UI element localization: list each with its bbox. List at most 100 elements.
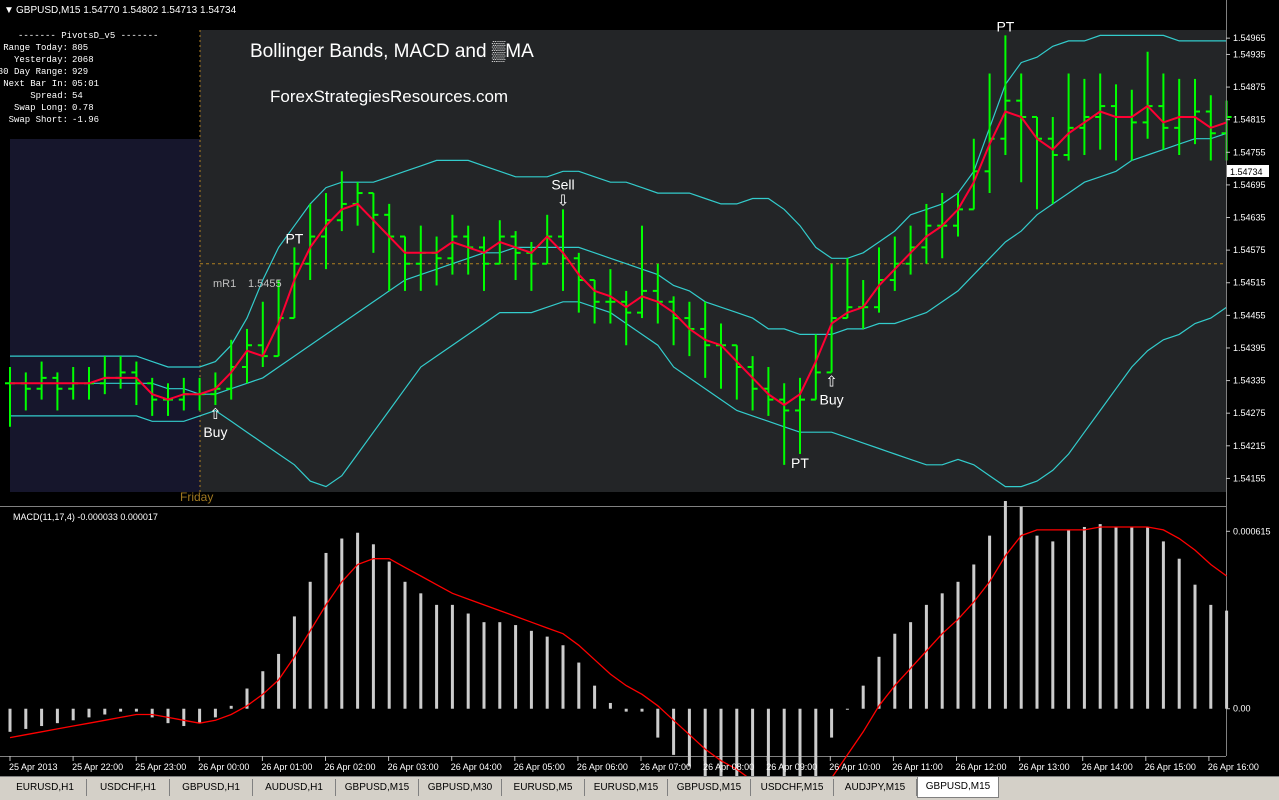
price-tick-label: 1.54815 <box>1233 115 1266 125</box>
pivot-row: Spread: 54 <box>10 91 130 103</box>
time-tick-label: 26 Apr 01:00 <box>261 762 312 772</box>
macd-histogram-bar <box>198 708 202 724</box>
symbol-tab[interactable]: GBPUSD,M15 <box>336 779 419 796</box>
macd-histogram-bar <box>450 604 454 709</box>
friday-session-bg <box>10 139 200 492</box>
friday-label: Friday <box>180 490 213 504</box>
time-tick-label: 26 Apr 12:00 <box>956 762 1007 772</box>
macd-histogram-bar <box>1003 501 1007 709</box>
symbol-tab[interactable]: USDCHF,M15 <box>751 779 834 796</box>
pivot-value: 929 <box>72 67 89 77</box>
macd-histogram-bar <box>1082 526 1086 709</box>
price-tick-label: 1.54335 <box>1233 376 1266 386</box>
macd-histogram-bar <box>1177 558 1181 709</box>
macd-histogram-bar <box>1225 610 1229 709</box>
pivot-value: 05:01 <box>72 79 100 89</box>
macd-histogram-bar <box>1098 524 1102 709</box>
symbol-tab[interactable]: GBPUSD,M15 <box>917 777 999 798</box>
chart-canvas[interactable]: ⇧BuyPT⇩SellPT⇧BuyPT ▼ GBPUSD,M15 1.54770… <box>0 0 1279 776</box>
macd-histogram-bar <box>340 538 344 709</box>
signal-label: Buy <box>203 424 227 440</box>
macd-histogram-bar <box>1146 526 1150 709</box>
macd-tick-label: 0.000615 <box>1233 526 1271 536</box>
macd-histogram-bar <box>924 604 928 709</box>
dropdown-icon[interactable]: ▼ <box>4 5 14 16</box>
time-tick-label: 26 Apr 09:00 <box>766 762 817 772</box>
pivot-value: 2068 <box>72 55 94 65</box>
macd-histogram-bar <box>182 708 186 727</box>
macd-histogram-bar <box>593 685 597 709</box>
macd-histogram-bar <box>466 613 470 709</box>
pivots-panel: ------- PivotsD_v5 ------- Range Today: 8… <box>0 27 158 139</box>
overlay-site: ForexStrategiesResources.com <box>270 87 508 106</box>
signal-label: PT <box>996 18 1014 34</box>
price-tick-label: 1.54965 <box>1233 33 1266 43</box>
symbol-tab[interactable]: GBPUSD,M15 <box>668 779 751 796</box>
macd-histogram-bar <box>1209 604 1213 709</box>
pivot-row: Next Bar In: 05:01 <box>3 79 130 91</box>
symbol-tab[interactable]: GBPUSD,H1 <box>170 779 253 796</box>
pivot-row: Range Today: 805 <box>3 43 130 55</box>
macd-histogram-bar <box>514 625 518 709</box>
price-tick-label: 1.54455 <box>1233 310 1266 320</box>
macd-histogram-bar <box>1130 526 1134 709</box>
mr1-label: mR1 <box>213 278 236 290</box>
price-tick-label: 1.54155 <box>1233 473 1266 483</box>
arrow-down-icon: ⇩ <box>557 191 570 209</box>
pivot-label: 30 Day Range: <box>0 67 68 77</box>
macd-histogram-bar <box>988 535 992 709</box>
pivot-label: Next Bar In: <box>3 79 68 89</box>
symbol-tab[interactable]: EURUSD,M5 <box>502 779 585 796</box>
symbol-tab[interactable]: EURUSD,M15 <box>585 779 668 796</box>
macd-histogram-bar <box>103 708 107 715</box>
macd-histogram-bar <box>356 532 360 709</box>
pivot-value: 805 <box>72 43 89 53</box>
pivot-row: Yesterday: 2068 <box>10 55 130 67</box>
pivot-label: Yesterday: <box>13 55 68 65</box>
time-tick-label: 26 Apr 14:00 <box>1082 762 1133 772</box>
signal-label: PT <box>285 230 303 246</box>
time-tick-label: 26 Apr 02:00 <box>325 762 376 772</box>
macd-histogram-bar <box>972 564 976 709</box>
macd-histogram-bar <box>134 708 138 712</box>
arrow-up-icon: ⇧ <box>825 372 838 390</box>
macd-histogram-bar <box>909 622 913 709</box>
last-price-label: 1.54734 <box>1230 167 1263 177</box>
time-tick-label: 25 Apr 2013 <box>9 762 58 772</box>
macd-histogram-bar <box>261 671 265 709</box>
macd-histogram-bar <box>1193 584 1197 709</box>
macd-histogram-bar <box>577 662 581 709</box>
macd-histogram-bar <box>545 636 549 709</box>
pivot-row: 30 Day Range: 929 <box>0 67 130 79</box>
macd-histogram-bar <box>830 708 834 738</box>
time-tick-label: 25 Apr 22:00 <box>72 762 123 772</box>
macd-histogram-bar <box>24 708 28 729</box>
window-title: GBPUSD,M15 1.54770 1.54802 1.54713 1.547… <box>16 5 237 16</box>
price-tick-label: 1.54515 <box>1233 278 1266 288</box>
time-tick-label: 26 Apr 05:00 <box>514 762 565 772</box>
macd-histogram-bar <box>371 544 375 709</box>
time-tick-label: 26 Apr 08:00 <box>703 762 754 772</box>
pivot-value: 0.78 <box>72 103 94 113</box>
price-tick-label: 1.54935 <box>1233 49 1266 59</box>
price-tick-label: 1.54635 <box>1233 213 1266 223</box>
time-tick-label: 26 Apr 03:00 <box>388 762 439 772</box>
macd-histogram-bar <box>687 708 691 767</box>
symbol-tab[interactable]: EURUSD,H1 <box>4 779 87 796</box>
time-tick-label: 26 Apr 07:00 <box>640 762 691 772</box>
time-tick-label: 25 Apr 23:00 <box>135 762 186 772</box>
macd-histogram-bar <box>166 708 170 724</box>
time-tick-label: 26 Apr 16:00 <box>1208 762 1259 772</box>
pivot-row: Swap Long: 0.78 <box>10 103 130 115</box>
time-tick-label: 26 Apr 00:00 <box>198 762 249 772</box>
time-tick-label: 26 Apr 06:00 <box>577 762 628 772</box>
macd-histogram-bar <box>672 708 676 755</box>
macd-histogram-bar <box>8 708 12 732</box>
macd-histogram-bar <box>498 622 502 709</box>
pivot-row: Swap Short: -1.96 <box>9 115 130 127</box>
macd-histogram-bar <box>877 656 881 709</box>
symbol-tab[interactable]: USDCHF,H1 <box>87 779 170 796</box>
symbol-tab[interactable]: AUDJPY,M15 <box>834 779 917 796</box>
symbol-tab[interactable]: GBPUSD,M30 <box>419 779 502 796</box>
symbol-tab[interactable]: AUDUSD,H1 <box>253 779 336 796</box>
